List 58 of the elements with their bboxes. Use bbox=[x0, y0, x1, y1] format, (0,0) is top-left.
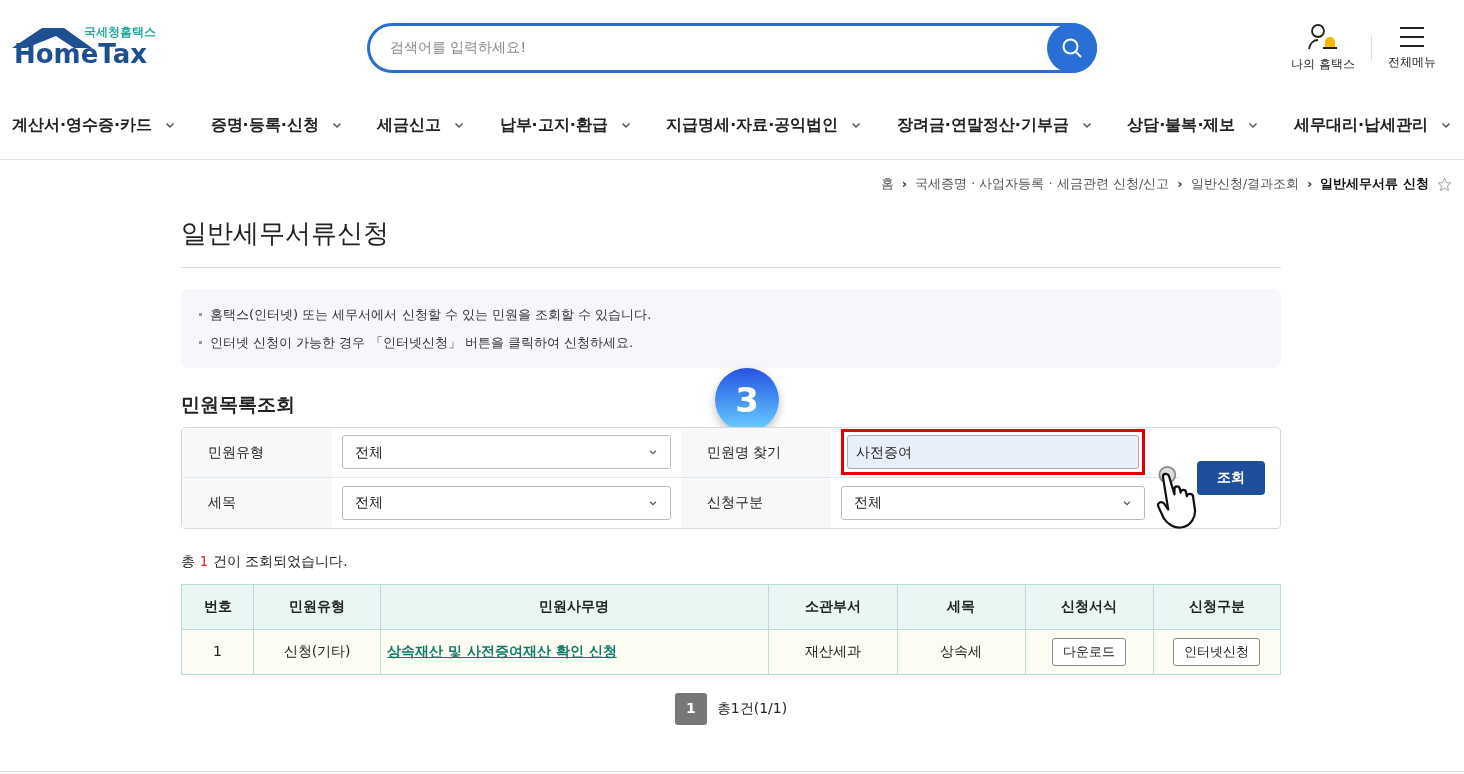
nav-menu-item[interactable]: 세금신고 bbox=[377, 113, 466, 137]
search-field[interactable]: 검색어를 입력하세요! bbox=[367, 22, 1097, 73]
civil-service-link[interactable]: 상속재산 및 사전증여재산 확인 신청 bbox=[387, 643, 617, 659]
breadcrumb-item[interactable]: 홈 bbox=[880, 174, 894, 194]
header-link[interactable]: 나의 홈택스 bbox=[1275, 22, 1371, 73]
nav-menu-item[interactable]: 납부·고지·환급 bbox=[499, 113, 632, 137]
column-header: 민원유형 bbox=[253, 584, 381, 629]
table-action-button[interactable]: 다운로드 bbox=[1052, 637, 1127, 666]
filter-label: 세목 bbox=[182, 477, 332, 528]
table-cell: 신청(기타) bbox=[253, 629, 381, 674]
nav-menu-item[interactable]: 상담·불복·제보 bbox=[1127, 113, 1260, 137]
menu-icon bbox=[1398, 24, 1426, 49]
search-name-field[interactable]: 사전증여 bbox=[841, 429, 1145, 475]
header-link[interactable]: 전체메뉴 bbox=[1372, 24, 1452, 71]
column-header: 세목 bbox=[897, 584, 1026, 629]
column-header: 번호 bbox=[181, 584, 254, 629]
breadcrumb-item[interactable]: 일반신청/결과조회 bbox=[1190, 174, 1300, 194]
column-header: 소관부서 bbox=[768, 584, 898, 629]
column-header: 민원사무명 bbox=[380, 584, 768, 629]
filter-label: 신청구분 bbox=[681, 477, 831, 528]
select-dropdown[interactable]: 전체 bbox=[841, 485, 1145, 520]
search-input[interactable]: 검색어를 입력하세요! bbox=[390, 37, 1047, 58]
hometax-logo[interactable]: 국세청홈택스 HomeTax bbox=[12, 22, 162, 73]
page-number[interactable]: 1 bbox=[674, 692, 707, 725]
dropdown-caret-icon bbox=[648, 447, 658, 457]
nav-menu-item[interactable]: 증명·등록·신청 bbox=[210, 113, 343, 137]
bullet-icon bbox=[199, 313, 202, 317]
star-icon[interactable] bbox=[1437, 176, 1452, 192]
search-icon bbox=[1061, 36, 1083, 59]
nav-menu-item[interactable]: 지급명세·자료·공익법인 bbox=[666, 113, 863, 137]
filter-label: 민원명 찾기 bbox=[681, 427, 831, 478]
search-button[interactable] bbox=[1047, 22, 1097, 73]
breadcrumb-item[interactable]: 국세증명 · 사업자등록 · 세금관련 신청/신고 bbox=[915, 174, 1170, 194]
table-cell: 재산세과 bbox=[768, 629, 898, 674]
page-summary: 총1건(1/1) bbox=[716, 699, 788, 718]
result-count: 총 1 건이 조회되었습니다. bbox=[181, 551, 349, 571]
breadcrumb-separator: › bbox=[1177, 175, 1183, 194]
table-action-button[interactable]: 인터넷신청 bbox=[1173, 637, 1261, 666]
search-submit-button[interactable]: 조회 bbox=[1196, 460, 1265, 495]
notice-text: 홈택스(인터넷) 또는 세무서에서 신청할 수 있는 민원을 조회할 수 있습니다. bbox=[210, 306, 652, 324]
page-title: 일반세무서류신청 bbox=[181, 208, 1281, 268]
bullet-icon bbox=[199, 340, 202, 344]
user-bell-icon bbox=[1307, 22, 1340, 51]
nav-menu-item[interactable]: 계산서·영수증·카드 bbox=[12, 113, 177, 137]
filter-label: 민원유형 bbox=[182, 427, 332, 478]
table-cell: 상속세 bbox=[897, 629, 1026, 674]
column-header: 신청서식 bbox=[1025, 584, 1154, 629]
select-dropdown[interactable]: 전체 bbox=[342, 485, 671, 520]
select-dropdown[interactable]: 전체 bbox=[342, 435, 671, 469]
notice-text: 인터넷 신청이 가능한 경우 「인터넷신청」 버튼을 클릭하여 신청하세요. bbox=[210, 333, 634, 352]
nav-menu-item[interactable]: 세무대리·납세관리 bbox=[1293, 113, 1452, 137]
breadcrumb-separator: › bbox=[1307, 175, 1313, 194]
breadcrumb-item[interactable]: 일반세무서류 신청 bbox=[1320, 174, 1429, 194]
breadcrumb-separator: › bbox=[901, 175, 908, 194]
column-header: 신청구분 bbox=[1153, 584, 1281, 629]
nav-menu-item[interactable]: 장려금·연말정산·기부금 bbox=[896, 113, 1093, 137]
section-title: 민원목록조회 bbox=[181, 392, 295, 417]
table-cell: 1 bbox=[181, 629, 254, 674]
